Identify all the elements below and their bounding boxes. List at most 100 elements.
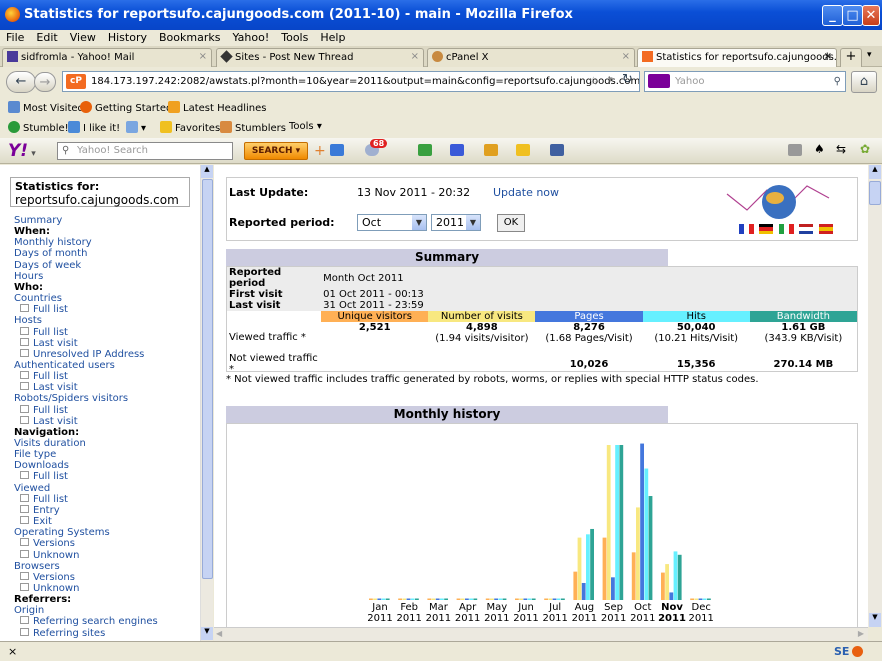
settings-icon[interactable]: ✿ — [860, 142, 870, 156]
sidebar-item-unknown[interactable]: Unknown — [20, 550, 79, 561]
sidebar-item-referring-search-engines[interactable]: Referring search engines — [20, 616, 158, 627]
sidebar-item-exit[interactable]: Exit — [20, 516, 52, 527]
tab-statistics[interactable]: Statistics for reportsufo.cajungoods.co.… — [637, 48, 837, 67]
main-scrollbar[interactable]: ▲ ▼ — [868, 165, 882, 627]
url-bar[interactable]: cP 184.173.197.242:2082/awstats.pl?month… — [62, 71, 640, 92]
tab-close-icon[interactable]: × — [411, 51, 419, 62]
sidebar-item-days-of-week[interactable]: Days of week — [14, 260, 81, 271]
sidebar-item-robots-spiders-visitors[interactable]: Robots/Spiders visitors — [14, 393, 128, 404]
forward-button[interactable]: → — [34, 72, 56, 92]
sidebar-item-full-list[interactable]: Full list — [20, 471, 68, 482]
ok-button[interactable]: OK — [497, 214, 525, 232]
sidebar-item-versions[interactable]: Versions — [20, 538, 75, 549]
month-select[interactable]: Oct ▼ — [357, 214, 427, 231]
sidebar-item-last-visit[interactable]: Last visit — [20, 382, 78, 393]
sidebar-item-days-of-month[interactable]: Days of month — [14, 248, 87, 259]
sidebar-item-last-visit[interactable]: Last visit — [20, 338, 78, 349]
new-tab-button[interactable]: + — [840, 48, 862, 67]
tab-post-thread[interactable]: Sites - Post New Thread × — [216, 48, 424, 67]
scroll-right-icon[interactable]: ▶ — [858, 629, 864, 638]
minimize-button[interactable]: _ — [822, 5, 843, 26]
sidebar-scrollbar[interactable]: ▲ ▼ — [200, 165, 213, 641]
sidebar-item-summary[interactable]: Summary — [14, 215, 62, 226]
favorites-button[interactable]: Favorites — [160, 121, 220, 134]
maximize-button[interactable]: □ — [842, 5, 863, 26]
bookmark-star-icon[interactable]: ☆ — [588, 74, 599, 88]
finance-icon[interactable] — [418, 144, 432, 156]
stumblers-button[interactable]: Stumblers — [220, 121, 286, 134]
seo-icon[interactable]: SE — [834, 645, 849, 658]
bookmark-getting-started[interactable]: Getting Started — [80, 101, 172, 114]
update-now-link[interactable]: Update now — [493, 186, 559, 199]
reload-icon[interactable]: ↻ — [622, 72, 633, 87]
sidebar-item-authenticated-users[interactable]: Authenticated users — [14, 360, 115, 371]
scroll-up-icon[interactable]: ▲ — [869, 165, 881, 179]
sidebar-item-full-list[interactable]: Full list — [20, 327, 68, 338]
status-close-icon[interactable]: × — [8, 645, 17, 658]
search-icon[interactable]: ⚲ — [834, 72, 841, 91]
back-button[interactable]: ← — [6, 71, 36, 93]
stumble-button[interactable]: Stumble! — [8, 121, 69, 134]
toolbar-menu-icon[interactable] — [788, 144, 802, 156]
sidebar-item-entry[interactable]: Entry — [20, 505, 60, 516]
sidebar-item-full-list[interactable]: Full list — [20, 371, 68, 382]
sidebar-scroll-thumb[interactable] — [202, 179, 213, 579]
sidebar-item-hours[interactable]: Hours — [14, 271, 43, 282]
menu-bookmarks[interactable]: Bookmarks — [153, 30, 226, 46]
tab-close-icon[interactable]: × — [199, 51, 207, 62]
sidebar-item-countries[interactable]: Countries — [14, 293, 62, 304]
sidebar-item-visits-duration[interactable]: Visits duration — [14, 438, 86, 449]
sidebar-item-file-type[interactable]: File type — [14, 449, 56, 460]
close-button[interactable]: ✕ — [862, 5, 880, 26]
ebay-icon[interactable] — [516, 144, 530, 156]
widget-icon[interactable] — [550, 144, 564, 156]
answers-icon[interactable] — [484, 144, 498, 156]
menu-yahoo[interactable]: Yahoo! — [226, 30, 275, 46]
sidebar-item-referring-sites[interactable]: Referring sites — [20, 628, 105, 639]
tab-cpanel[interactable]: cPanel X × — [427, 48, 635, 67]
sidebar-item-unknown[interactable]: Unknown — [20, 583, 79, 594]
horizontal-scrollbar[interactable]: ◀ ▶ — [214, 627, 868, 641]
sidebar-item-hosts[interactable]: Hosts — [14, 315, 42, 326]
sidebar-item-full-list[interactable]: Full list — [20, 405, 68, 416]
sidebar-item-operating-systems[interactable]: Operating Systems — [14, 527, 110, 538]
swap-icon[interactable]: ⇆ — [836, 142, 846, 156]
url-dropdown-icon[interactable]: ▾ — [608, 75, 613, 85]
plus-icon[interactable]: + — [314, 143, 326, 159]
menu-tools[interactable]: Tools — [275, 30, 314, 46]
scroll-up-icon[interactable]: ▲ — [201, 165, 213, 178]
sidebar-item-viewed[interactable]: Viewed — [14, 483, 50, 494]
tab-list-icon[interactable]: ▾ — [867, 50, 872, 60]
sidebar-item-origin[interactable]: Origin — [14, 605, 44, 616]
year-select[interactable]: 2011 ▼ — [431, 214, 481, 231]
main-scroll-thumb[interactable] — [869, 181, 881, 205]
sidebar-item-versions[interactable]: Versions — [20, 572, 75, 583]
sidebar-item-unresolved-ip-address[interactable]: Unresolved IP Address — [20, 349, 144, 360]
menu-help[interactable]: Help — [314, 30, 351, 46]
bookmark-latest-headlines[interactable]: Latest Headlines — [168, 101, 267, 114]
scroll-left-icon[interactable]: ◀ — [216, 629, 222, 638]
ilikeit-button[interactable]: I like it! — [68, 121, 120, 134]
thumbs-down-button[interactable]: ▾ — [126, 121, 146, 134]
bell-icon[interactable]: ♠ — [814, 142, 825, 156]
scroll-down-icon[interactable]: ▼ — [869, 613, 881, 627]
yahoo-search-button[interactable]: SEARCH ▾ — [244, 142, 308, 160]
scroll-down-icon[interactable]: ▼ — [201, 627, 213, 640]
mail-icon[interactable] — [330, 144, 344, 156]
tab-yahoo-mail[interactable]: sidfromla - Yahoo! Mail × — [2, 48, 212, 67]
tab-close-icon[interactable]: × — [622, 51, 630, 62]
sidebar-item-browsers[interactable]: Browsers — [14, 561, 60, 572]
tab-close-icon[interactable]: × — [824, 51, 832, 62]
sidebar-item-last-visit[interactable]: Last visit — [20, 416, 78, 427]
sidebar-item-full-list[interactable]: Full list — [20, 304, 68, 315]
flickr-icon[interactable] — [450, 144, 464, 156]
yahoo-search-input[interactable]: ⚲ Yahoo! Search — [57, 142, 233, 160]
tools-dropdown[interactable]: Tools ▾ — [289, 121, 322, 132]
search-input[interactable]: Yahoo ⚲ — [644, 71, 846, 92]
menu-view[interactable]: View — [64, 30, 102, 46]
bookmark-most-visited[interactable]: Most Visited — [8, 101, 84, 114]
menu-edit[interactable]: Edit — [30, 30, 63, 46]
sidebar-item-full-list[interactable]: Full list — [20, 494, 68, 505]
sidebar-item-downloads[interactable]: Downloads — [14, 460, 69, 471]
home-button[interactable]: ⌂ — [851, 71, 877, 93]
